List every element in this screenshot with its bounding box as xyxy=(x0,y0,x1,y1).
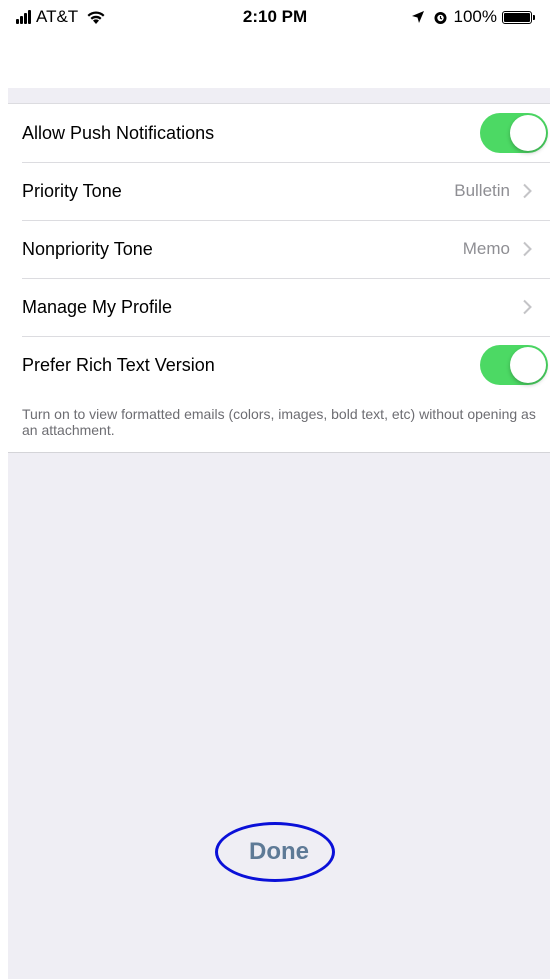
alarm-icon xyxy=(434,11,447,24)
prefer-rich-text-row: Prefer Rich Text Version xyxy=(8,336,550,394)
done-label: Done xyxy=(249,838,309,865)
navigation-bar xyxy=(0,40,550,88)
chevron-right-icon xyxy=(523,183,532,199)
row-label: Nonpriority Tone xyxy=(22,238,153,259)
row-value: Memo xyxy=(462,239,510,258)
rich-text-footnote: Turn on to view formatted emails (colors… xyxy=(8,394,550,452)
rich-text-toggle[interactable] xyxy=(480,345,548,385)
battery-percent: 100% xyxy=(453,7,497,26)
chevron-right-icon xyxy=(523,299,532,315)
settings-background: Allow Push Notifications Priority Tone B… xyxy=(8,88,550,979)
priority-tone-row[interactable]: Priority Tone Bulletin xyxy=(8,162,550,220)
row-label: Priority Tone xyxy=(22,180,122,201)
settings-group: Allow Push Notifications Priority Tone B… xyxy=(8,103,550,453)
screen: AT&T 2:10 PM 100% Allow Push Notificatio… xyxy=(0,0,550,979)
row-value: Bulletin xyxy=(454,181,510,200)
nonpriority-tone-row[interactable]: Nonpriority Tone Memo xyxy=(8,220,550,278)
done-button[interactable]: Done xyxy=(215,822,339,882)
push-notifications-toggle[interactable] xyxy=(480,113,548,153)
battery-icon xyxy=(502,10,535,24)
toggle-knob xyxy=(510,347,546,383)
done-area: Done xyxy=(8,822,550,882)
row-label: Manage My Profile xyxy=(22,296,173,317)
allow-push-notifications-row: Allow Push Notifications xyxy=(8,104,550,162)
row-label: Prefer Rich Text Version xyxy=(22,354,215,375)
manage-my-profile-row[interactable]: Manage My Profile xyxy=(8,278,550,336)
battery-fill xyxy=(504,12,530,22)
status-bar: AT&T 2:10 PM 100% xyxy=(0,0,550,40)
toggle-knob xyxy=(510,115,546,151)
location-icon xyxy=(411,11,424,23)
row-label: Allow Push Notifications xyxy=(22,122,215,143)
status-right: 100% xyxy=(411,7,535,27)
chevron-right-icon xyxy=(523,241,532,257)
